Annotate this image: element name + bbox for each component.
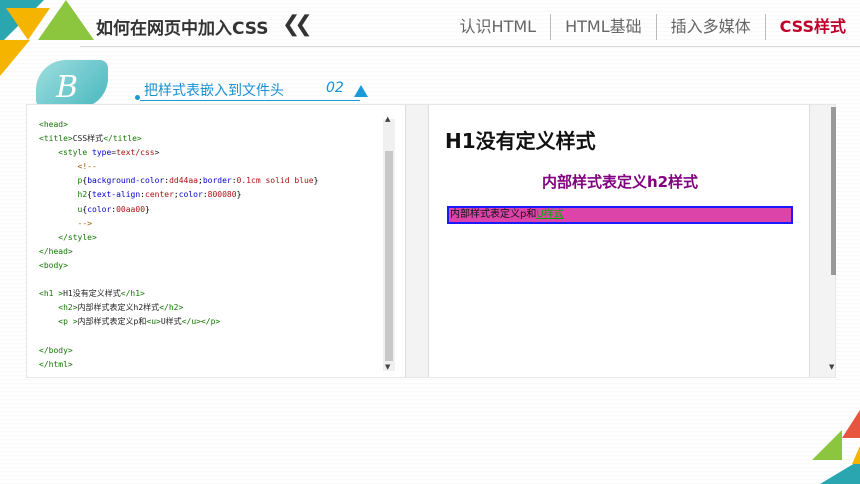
code-line: <h2>内部样式表定义h2样式</h2> — [58, 303, 184, 313]
scroll-up-arrow-icon[interactable]: ▲ — [385, 115, 390, 123]
nav-item-multimedia[interactable]: 插入多媒体 — [655, 14, 765, 40]
section-badge-letter: B — [56, 70, 79, 105]
scroll-down-arrow-icon[interactable]: ▼ — [385, 363, 390, 371]
code-line: <style type=text/css> — [58, 148, 160, 158]
code-scrollbar-thumb[interactable] — [385, 151, 393, 361]
preview-h2: 内部样式表定义h2样式 — [541, 173, 699, 191]
slide-header: 如何在网页中加入CSS ❮❮ 认识HTML HTML基础 插入多媒体 CSS样式 — [0, 0, 860, 52]
header-divider — [80, 46, 860, 47]
nav-item-html-intro[interactable]: 认识HTML — [446, 14, 551, 40]
code-line: h2{text-align:center;color:800080} — [77, 190, 242, 200]
section-subtitle: 把样式表嵌入到文件头 — [144, 83, 284, 99]
code-editor[interactable]: <head> <title>CSS样式</title> <style type=t… — [27, 105, 399, 377]
double-chevron-icon: ❮❮ — [282, 12, 313, 37]
code-line: </style> — [58, 232, 97, 242]
code-line: --> — [39, 218, 92, 228]
code-line: <title>CSS样式</title> — [39, 134, 142, 144]
nav-item-css[interactable]: CSS样式 — [764, 14, 860, 40]
page-title: 如何在网页中加入CSS — [96, 19, 269, 39]
code-listing: <head> <title>CSS样式</title> <style type=t… — [39, 118, 318, 372]
decor-triangle-br-red — [842, 410, 860, 438]
preview-u-text: U样式 — [536, 209, 564, 220]
code-line: <h1 >H1没有定义样式</h1> — [39, 289, 145, 299]
decor-triangle-br-yellow — [852, 446, 860, 464]
decor-triangle-br-green — [812, 430, 842, 460]
top-nav: 认识HTML HTML基础 插入多媒体 CSS样式 — [446, 12, 860, 42]
editor-screenshot: <head> <title>CSS样式</title> <style type=t… — [26, 104, 836, 378]
preview-h1: H1没有定义样式 — [445, 129, 596, 153]
preview-p-text: 内部样式表定义p和 — [450, 209, 537, 220]
preview-paragraph: 内部样式表定义p和U样式 — [447, 206, 793, 224]
code-line: <head> — [39, 120, 68, 129]
code-line: <body> — [39, 260, 68, 270]
code-line: u{color:00aa00} — [77, 204, 150, 214]
pane-divider[interactable] — [405, 105, 429, 377]
code-line: </head> — [39, 246, 73, 256]
browser-preview: H1没有定义样式 内部样式表定义h2样式 内部样式表定义p和U样式 — [429, 105, 809, 377]
nav-item-html-basics[interactable]: HTML基础 — [550, 14, 656, 40]
triangle-icon — [354, 85, 368, 97]
preview-scroll-down-icon[interactable]: ▼ — [829, 363, 834, 371]
code-line: <p >内部样式表定义p和<u>U样式</u></p> — [58, 317, 221, 327]
code-line: </body> — [39, 345, 73, 355]
code-line: p{background-color:dd44aa;border:0.1cm s… — [77, 176, 319, 186]
subtitle-underline — [140, 100, 360, 101]
section-number: 02 — [326, 80, 344, 96]
code-line: <!-- — [39, 162, 97, 172]
code-line: </html> — [39, 359, 73, 369]
preview-scrollbar-thumb[interactable] — [831, 107, 836, 275]
